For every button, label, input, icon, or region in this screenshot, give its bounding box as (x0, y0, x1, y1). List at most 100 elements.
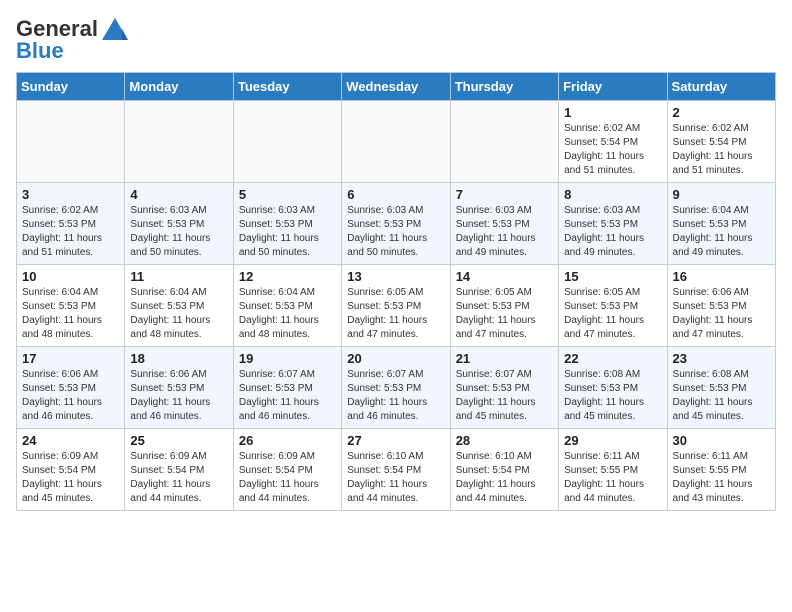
logo-icon (100, 16, 130, 42)
header: General Blue (16, 16, 776, 64)
day-number: 14 (456, 269, 553, 284)
day-number: 20 (347, 351, 444, 366)
calendar-cell (342, 101, 450, 183)
calendar-cell: 8 Sunrise: 6:03 AM Sunset: 5:53 PM Daylig… (559, 183, 667, 265)
calendar-cell (17, 101, 125, 183)
day-info: Sunrise: 6:07 AM Sunset: 5:53 PM Dayligh… (456, 368, 553, 424)
day-number: 26 (239, 433, 336, 448)
weekday-sunday: Sunday (17, 73, 125, 101)
day-number: 16 (673, 269, 770, 284)
day-info: Sunrise: 6:04 AM Sunset: 5:53 PM Dayligh… (239, 286, 336, 342)
day-info: Sunrise: 6:08 AM Sunset: 5:53 PM Dayligh… (673, 368, 770, 424)
calendar-cell: 11 Sunrise: 6:04 AM Sunset: 5:53 PM Dayli… (125, 265, 233, 347)
calendar-cell: 4Sunrise: 6:03 AM Sunset: 5:53 PM Daylig… (125, 183, 233, 265)
day-info: Sunrise: 6:04 AM Sunset: 5:53 PM Dayligh… (130, 286, 227, 342)
calendar-cell: 6 Sunrise: 6:03 AM Sunset: 5:53 PM Daylig… (342, 183, 450, 265)
week-row-3: 10Sunrise: 6:04 AM Sunset: 5:53 PM Dayli… (17, 265, 776, 347)
day-info: Sunrise: 6:04 AM Sunset: 5:53 PM Dayligh… (22, 286, 119, 342)
calendar-cell (450, 101, 558, 183)
day-number: 22 (564, 351, 661, 366)
day-number: 19 (239, 351, 336, 366)
weekday-header-row: SundayMondayTuesdayWednesdayThursdayFrid… (17, 73, 776, 101)
day-info: Sunrise: 6:09 AM Sunset: 5:54 PM Dayligh… (130, 450, 227, 506)
day-info: Sunrise: 6:11 AM Sunset: 5:55 PM Dayligh… (673, 450, 770, 506)
calendar-cell: 14 Sunrise: 6:05 AM Sunset: 5:53 PM Dayli… (450, 265, 558, 347)
day-info: Sunrise: 6:02 AM Sunset: 5:53 PM Dayligh… (22, 204, 119, 260)
day-number: 3 (22, 187, 119, 202)
calendar-cell: 10Sunrise: 6:04 AM Sunset: 5:53 PM Dayli… (17, 265, 125, 347)
day-number: 21 (456, 351, 553, 366)
day-info: Sunrise: 6:05 AM Sunset: 5:53 PM Dayligh… (456, 286, 553, 342)
calendar-cell: 7Sunrise: 6:03 AM Sunset: 5:53 PM Daylig… (450, 183, 558, 265)
calendar-cell: 25 Sunrise: 6:09 AM Sunset: 5:54 PM Dayli… (125, 429, 233, 511)
day-number: 7 (456, 187, 553, 202)
weekday-wednesday: Wednesday (342, 73, 450, 101)
calendar-cell: 30 Sunrise: 6:11 AM Sunset: 5:55 PM Dayli… (667, 429, 775, 511)
weekday-saturday: Saturday (667, 73, 775, 101)
day-number: 25 (130, 433, 227, 448)
day-number: 8 (564, 187, 661, 202)
day-number: 28 (456, 433, 553, 448)
week-row-5: 24 Sunrise: 6:09 AM Sunset: 5:54 PM Dayli… (17, 429, 776, 511)
calendar-cell: 3 Sunrise: 6:02 AM Sunset: 5:53 PM Daylig… (17, 183, 125, 265)
calendar-cell: 16Sunrise: 6:06 AM Sunset: 5:53 PM Dayli… (667, 265, 775, 347)
day-info: Sunrise: 6:08 AM Sunset: 5:53 PM Dayligh… (564, 368, 661, 424)
calendar-cell (125, 101, 233, 183)
day-number: 2 (673, 105, 770, 120)
day-info: Sunrise: 6:02 AM Sunset: 5:54 PM Dayligh… (673, 122, 770, 178)
page: General Blue SundayMondayTuesdayWednesda… (0, 0, 792, 527)
day-info: Sunrise: 6:07 AM Sunset: 5:53 PM Dayligh… (347, 368, 444, 424)
calendar-cell: 1Sunrise: 6:02 AM Sunset: 5:54 PM Daylig… (559, 101, 667, 183)
calendar-cell: 15 Sunrise: 6:05 AM Sunset: 5:53 PM Dayli… (559, 265, 667, 347)
logo-blue-text: Blue (16, 38, 64, 64)
day-info: Sunrise: 6:03 AM Sunset: 5:53 PM Dayligh… (564, 204, 661, 260)
day-info: Sunrise: 6:03 AM Sunset: 5:53 PM Dayligh… (347, 204, 444, 260)
day-number: 18 (130, 351, 227, 366)
day-number: 24 (22, 433, 119, 448)
calendar-cell: 23 Sunrise: 6:08 AM Sunset: 5:53 PM Dayli… (667, 347, 775, 429)
day-info: Sunrise: 6:03 AM Sunset: 5:53 PM Dayligh… (239, 204, 336, 260)
day-info: Sunrise: 6:10 AM Sunset: 5:54 PM Dayligh… (456, 450, 553, 506)
day-number: 6 (347, 187, 444, 202)
day-number: 30 (673, 433, 770, 448)
day-number: 29 (564, 433, 661, 448)
day-info: Sunrise: 6:09 AM Sunset: 5:54 PM Dayligh… (22, 450, 119, 506)
day-number: 13 (347, 269, 444, 284)
logo: General Blue (16, 16, 130, 64)
calendar-cell: 28 Sunrise: 6:10 AM Sunset: 5:54 PM Dayli… (450, 429, 558, 511)
week-row-1: 1 Sunrise: 6:02 AM Sunset: 5:54 PM Daylig… (17, 101, 776, 183)
weekday-tuesday: Tuesday (233, 73, 341, 101)
day-number: 17 (22, 351, 119, 366)
weekday-thursday: Thursday (450, 73, 558, 101)
day-info: Sunrise: 6:04 AM Sunset: 5:53 PM Dayligh… (673, 204, 770, 260)
day-number: 15 (564, 269, 661, 284)
week-row-2: 3 Sunrise: 6:02 AM Sunset: 5:53 PM Daylig… (17, 183, 776, 265)
day-info: Sunrise: 6:09 AM Sunset: 5:54 PM Dayligh… (239, 450, 336, 506)
day-info: Sunrise: 6:05 AM Sunset: 5:53 PM Dayligh… (564, 286, 661, 342)
calendar-cell: 22 Sunrise: 6:08 AM Sunset: 5:53 PM Dayli… (559, 347, 667, 429)
day-info: Sunrise: 6:11 AM Sunset: 5:55 PM Dayligh… (564, 450, 661, 506)
weekday-friday: Friday (559, 73, 667, 101)
day-number: 11 (130, 269, 227, 284)
day-info: Sunrise: 6:06 AM Sunset: 5:53 PM Dayligh… (130, 368, 227, 424)
calendar-cell: 2 Sunrise: 6:02 AM Sunset: 5:54 PM Daylig… (667, 101, 775, 183)
calendar-cell: 9Sunrise: 6:04 AM Sunset: 5:53 PM Daylig… (667, 183, 775, 265)
day-number: 12 (239, 269, 336, 284)
day-info: Sunrise: 6:03 AM Sunset: 5:53 PM Dayligh… (130, 204, 227, 260)
day-number: 23 (673, 351, 770, 366)
calendar-cell: 13Sunrise: 6:05 AM Sunset: 5:53 PM Dayli… (342, 265, 450, 347)
day-number: 1 (564, 105, 661, 120)
calendar-cell: 24 Sunrise: 6:09 AM Sunset: 5:54 PM Dayli… (17, 429, 125, 511)
day-info: Sunrise: 6:06 AM Sunset: 5:53 PM Dayligh… (22, 368, 119, 424)
calendar: SundayMondayTuesdayWednesdayThursdayFrid… (16, 72, 776, 511)
calendar-cell: 17 Sunrise: 6:06 AM Sunset: 5:53 PM Dayli… (17, 347, 125, 429)
day-info: Sunrise: 6:07 AM Sunset: 5:53 PM Dayligh… (239, 368, 336, 424)
calendar-cell: 5Sunrise: 6:03 AM Sunset: 5:53 PM Daylig… (233, 183, 341, 265)
calendar-cell: 20 Sunrise: 6:07 AM Sunset: 5:53 PM Dayli… (342, 347, 450, 429)
calendar-cell (233, 101, 341, 183)
calendar-cell: 12 Sunrise: 6:04 AM Sunset: 5:53 PM Dayli… (233, 265, 341, 347)
week-row-4: 17 Sunrise: 6:06 AM Sunset: 5:53 PM Dayli… (17, 347, 776, 429)
calendar-cell: 18 Sunrise: 6:06 AM Sunset: 5:53 PM Dayli… (125, 347, 233, 429)
calendar-cell: 26 Sunrise: 6:09 AM Sunset: 5:54 PM Dayli… (233, 429, 341, 511)
day-number: 27 (347, 433, 444, 448)
